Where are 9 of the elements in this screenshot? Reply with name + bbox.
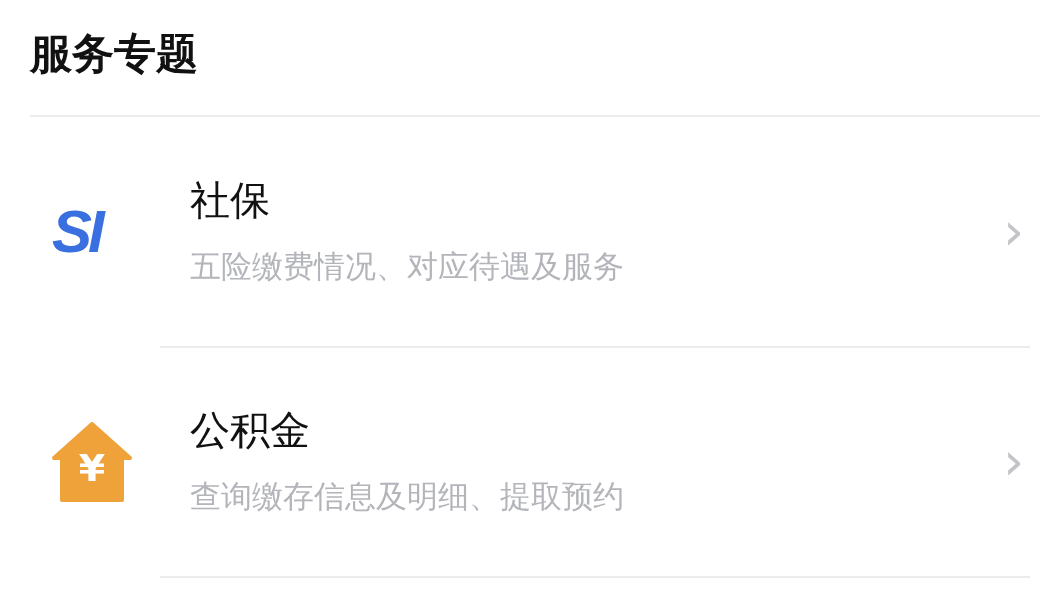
item-title: 公积金 [190, 406, 311, 454]
item-title: 社保 [190, 176, 271, 224]
section-title: 服务专题 [30, 29, 198, 78]
item-subtitle: 查询缴存信息及明细、提取预约 [190, 477, 625, 516]
house-icon: ¥ [52, 422, 132, 502]
chevron-icon[interactable]: › [1003, 205, 1030, 257]
chevron-icon[interactable]: › [1003, 435, 1030, 487]
si-logo: SI [52, 197, 101, 267]
item-subtitle: 五险缴费情况、对应待遇及服务 [190, 247, 625, 286]
